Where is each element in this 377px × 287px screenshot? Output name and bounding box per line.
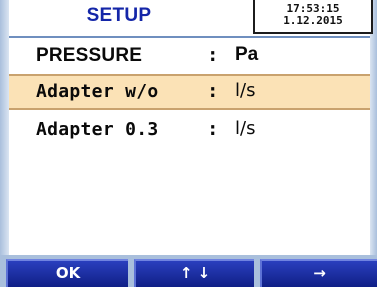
left-rail [0,0,9,287]
ok-button[interactable]: OK [6,259,128,287]
setting-row-adapter-wo[interactable]: Adapter w/o : l/s [9,74,370,110]
setting-row-adapter-03[interactable]: Adapter 0.3 : l/s [9,112,370,148]
setting-colon: : [207,118,219,140]
setting-colon: : [207,44,219,66]
setting-label: PRESSURE [36,45,143,66]
clock-box: 17:53:15 1.12.2015 [253,0,373,34]
right-rail [370,0,377,287]
header: SETUP 17:53:15 1.12.2015 [9,0,373,37]
clock-date: 1.12.2015 [283,14,343,27]
page-title: SETUP [86,5,152,26]
setup-screen: SETUP 17:53:15 1.12.2015 PRESSURE : Pa A… [0,0,377,287]
setting-colon: : [207,80,219,102]
up-down-button[interactable]: ↑ ↓ [134,259,254,287]
setting-unit: Pa [235,44,259,65]
right-arrow-button[interactable]: → [260,259,377,287]
softkey-bar: OK ↑ ↓ → [0,255,377,287]
setting-label: Adapter 0.3 [36,119,159,140]
setting-label: Adapter w/o [36,81,159,102]
setting-row-pressure[interactable]: PRESSURE : Pa [9,38,370,74]
setting-unit: l/s [235,118,256,139]
setting-unit: l/s [235,80,256,101]
